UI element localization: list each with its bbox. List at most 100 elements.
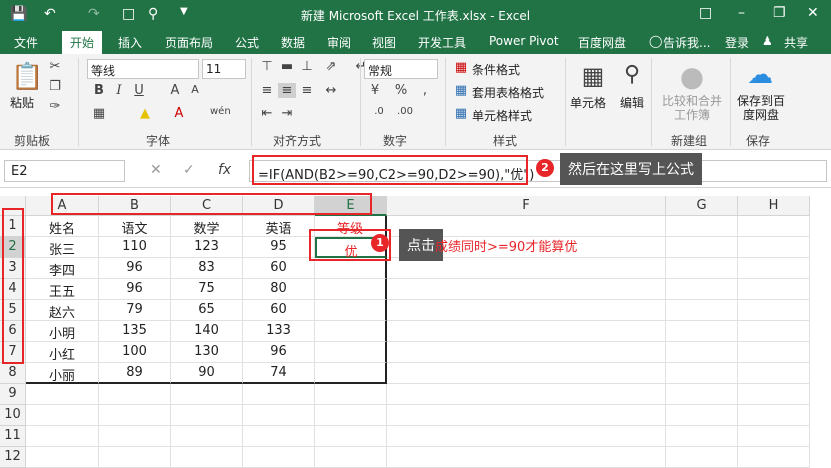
row-header-12[interactable]: 12	[0, 447, 26, 468]
cell-A11[interactable]	[26, 426, 99, 447]
cell-G10[interactable]	[666, 405, 738, 426]
cell-E10[interactable]	[315, 405, 387, 426]
font-shrink-icon[interactable]: A	[186, 83, 204, 96]
tab-page-layout[interactable]: 页面布局	[165, 34, 213, 51]
cell-D1[interactable]: 英语	[243, 216, 315, 237]
cell-G4[interactable]	[666, 279, 738, 300]
cell-C5[interactable]: 65	[171, 300, 243, 321]
cell-D5[interactable]: 60	[243, 300, 315, 321]
column-header-H[interactable]: H	[738, 196, 810, 216]
cell-G2[interactable]	[666, 237, 738, 258]
tab-review[interactable]: 审阅	[327, 34, 351, 51]
cell-E12[interactable]	[315, 447, 387, 468]
cell-F12[interactable]	[387, 447, 666, 468]
font-name-select[interactable]: 等线	[87, 59, 199, 79]
cell-F11[interactable]	[387, 426, 666, 447]
cells-button[interactable]: 单元格	[570, 94, 606, 111]
column-header-G[interactable]: G	[666, 196, 738, 216]
cell-H11[interactable]	[738, 426, 810, 447]
cell-C4[interactable]: 75	[171, 279, 243, 300]
close-icon[interactable]: ✕	[807, 5, 819, 21]
decrease-indent-icon[interactable]: ⇤	[258, 106, 276, 121]
cell-D12[interactable]	[243, 447, 315, 468]
cell-A3[interactable]: 李四	[26, 258, 99, 279]
cell-G9[interactable]	[666, 384, 738, 405]
cell-F6[interactable]	[387, 321, 666, 342]
percent-icon[interactable]: %	[392, 83, 410, 98]
orientation-icon[interactable]: ⇗	[322, 59, 340, 74]
cell-B1[interactable]: 语文	[99, 216, 171, 237]
bold-icon[interactable]: B	[90, 83, 108, 98]
cell-H6[interactable]	[738, 321, 810, 342]
cell-H1[interactable]	[738, 216, 810, 237]
cell-H2[interactable]	[738, 237, 810, 258]
cell-E3[interactable]	[315, 258, 387, 279]
paste-button[interactable]: 粘贴	[10, 94, 34, 111]
cell-B7[interactable]: 100	[99, 342, 171, 363]
cell-C10[interactable]	[171, 405, 243, 426]
cell-C9[interactable]	[171, 384, 243, 405]
insert-function-icon[interactable]: fx	[218, 162, 231, 178]
cell-B5[interactable]: 79	[99, 300, 171, 321]
cell-B9[interactable]	[99, 384, 171, 405]
cell-style-button[interactable]: 单元格样式	[472, 107, 532, 124]
align-center-icon[interactable]: ≡	[278, 83, 296, 98]
conditional-format-button[interactable]: 条件格式	[472, 61, 520, 78]
enter-formula-icon[interactable]: ✓	[183, 162, 195, 178]
cell-A7[interactable]: 小红	[26, 342, 99, 363]
tab-insert[interactable]: 插入	[118, 34, 142, 51]
save-to-baidu-button[interactable]: 保存到百度网盘	[735, 94, 787, 122]
tab-view[interactable]: 视图	[372, 34, 396, 51]
paste-icon[interactable]: 📋	[11, 62, 43, 92]
cell-G7[interactable]	[666, 342, 738, 363]
tab-developer[interactable]: 开发工具	[418, 34, 466, 51]
cell-C2[interactable]: 123	[171, 237, 243, 258]
cell-C1[interactable]: 数学	[171, 216, 243, 237]
row-header-11[interactable]: 11	[0, 426, 26, 447]
align-right-icon[interactable]: ≡	[298, 83, 316, 98]
minimize-icon[interactable]: –	[738, 5, 745, 21]
lightbulb-icon[interactable]: ◯	[649, 34, 662, 48]
cancel-formula-icon[interactable]: ✕	[150, 162, 162, 178]
phonetic-icon[interactable]: wén	[210, 106, 231, 117]
cell-G11[interactable]	[666, 426, 738, 447]
font-color-icon[interactable]: A	[170, 106, 188, 121]
cell-D10[interactable]	[243, 405, 315, 426]
tab-baidu[interactable]: 百度网盘	[578, 34, 626, 51]
font-size-select[interactable]: 11	[202, 59, 246, 79]
border-icon[interactable]: ▦	[90, 106, 108, 121]
cut-icon[interactable]: ✂	[46, 59, 64, 74]
align-middle-icon[interactable]: ▬	[278, 59, 296, 74]
cell-G8[interactable]	[666, 363, 738, 384]
cell-H7[interactable]	[738, 342, 810, 363]
restore-icon[interactable]: ❐	[773, 5, 786, 21]
cell-A9[interactable]	[26, 384, 99, 405]
cell-F8[interactable]	[387, 363, 666, 384]
cell-B2[interactable]: 110	[99, 237, 171, 258]
cell-H12[interactable]	[738, 447, 810, 468]
cell-C3[interactable]: 83	[171, 258, 243, 279]
merge-center-icon[interactable]: ↔	[322, 83, 340, 98]
cell-D3[interactable]: 60	[243, 258, 315, 279]
cell-B10[interactable]	[99, 405, 171, 426]
column-header-F[interactable]: F	[387, 196, 666, 216]
cell-C6[interactable]: 140	[171, 321, 243, 342]
cell-F4[interactable]	[387, 279, 666, 300]
cell-D11[interactable]	[243, 426, 315, 447]
cell-E7[interactable]	[315, 342, 387, 363]
cell-A12[interactable]	[26, 447, 99, 468]
cell-D4[interactable]: 80	[243, 279, 315, 300]
row-header-10[interactable]: 10	[0, 405, 26, 426]
cell-B12[interactable]	[99, 447, 171, 468]
cell-H4[interactable]	[738, 279, 810, 300]
ribbon-display-icon[interactable]: □	[699, 5, 712, 21]
cell-F7[interactable]	[387, 342, 666, 363]
cell-A8[interactable]: 小丽	[26, 363, 99, 384]
format-painter-icon[interactable]: ✑	[46, 99, 64, 114]
cell-B4[interactable]: 96	[99, 279, 171, 300]
cell-G3[interactable]	[666, 258, 738, 279]
table-format-button[interactable]: 套用表格格式	[472, 84, 544, 101]
tab-data[interactable]: 数据	[281, 34, 305, 51]
cell-A6[interactable]: 小明	[26, 321, 99, 342]
cell-D8[interactable]: 74	[243, 363, 315, 384]
